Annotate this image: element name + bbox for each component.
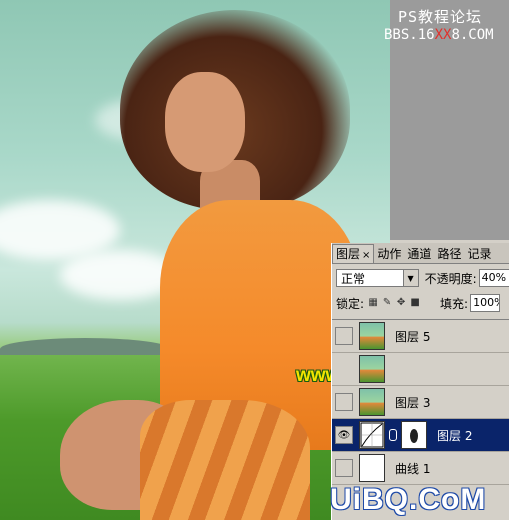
curves-thumbnail	[359, 454, 385, 482]
curves-thumbnail	[359, 421, 385, 449]
layer-name: 图层 3	[395, 395, 431, 410]
bottom-watermark: UiBQ.CoM	[330, 480, 509, 520]
forum-url: BBS.16XX8.COM	[384, 27, 494, 43]
girl-skirt	[140, 400, 310, 520]
brush-icon[interactable]: ✎	[382, 298, 392, 308]
dropdown-arrow-icon[interactable]: ▼	[402, 270, 418, 286]
bottom-watermark-text: UiBQ.CoM	[330, 483, 487, 516]
layer-row[interactable]: 图层 5	[332, 320, 509, 353]
tab-layers-label: 图层	[336, 247, 361, 261]
opacity-input[interactable]: 40%	[478, 269, 509, 287]
forum-url-suffix: 8.COM	[451, 27, 494, 43]
lock-row: 锁定: ▦ ✎ ✥ ■ 填充: 100%	[336, 293, 509, 313]
tab-actions[interactable]: 动作	[374, 245, 404, 263]
forum-url-highlight: XX	[434, 27, 452, 43]
layer-mask-thumbnail[interactable]	[401, 421, 427, 449]
panel-tabs: 图层 × 动作 通道 路径 记录	[332, 243, 509, 264]
curve-graph-icon	[360, 422, 384, 448]
close-icon[interactable]: ×	[362, 250, 370, 261]
fill-label: 填充:	[440, 296, 469, 311]
fill-input[interactable]: 100%	[470, 294, 501, 312]
layer-name: 曲线 1	[395, 461, 431, 476]
tab-channels[interactable]: 通道	[404, 245, 434, 263]
blend-mode-value: 正常	[341, 271, 366, 286]
forum-title: PS教程论坛	[398, 8, 483, 26]
blend-mode-select[interactable]: 正常 ▼	[336, 269, 419, 287]
blend-row: 正常 ▼ 不透明度: 40%	[336, 267, 509, 289]
move-icon[interactable]: ✥	[396, 298, 406, 308]
eye-icon[interactable]: 👁	[335, 426, 353, 444]
tab-history[interactable]: 记录	[464, 245, 494, 263]
visibility-toggle[interactable]	[335, 393, 353, 411]
tab-paths[interactable]: 路径	[434, 245, 464, 263]
layers-panel: 图层 × 动作 通道 路径 记录 正常 ▼ 不透明度: 40% 锁定: ▦ ✎ ✥…	[331, 243, 509, 520]
lock-icon[interactable]: ■	[410, 298, 420, 308]
layer-row[interactable]: 图层 3	[332, 386, 509, 419]
layer-thumbnail	[359, 322, 385, 350]
chain-link-icon[interactable]	[389, 429, 397, 441]
lock-transparency-icon[interactable]: ▦	[368, 298, 378, 308]
visibility-toggle[interactable]	[335, 459, 353, 477]
opacity-label: 不透明度:	[424, 271, 477, 286]
tab-layers[interactable]: 图层 ×	[332, 244, 375, 263]
layer-row[interactable]	[332, 353, 509, 386]
lock-icons: ▦ ✎ ✥ ■	[368, 298, 420, 308]
layer-name: 图层 5	[395, 329, 431, 344]
layer-name: 图层 2	[437, 428, 473, 443]
girl-face	[165, 72, 245, 172]
lock-label: 锁定:	[336, 296, 365, 311]
forum-url-prefix: BBS.16	[384, 27, 435, 43]
visibility-toggle[interactable]	[335, 327, 353, 345]
layer-row-selected[interactable]: 👁 图层 2	[332, 419, 509, 452]
layer-thumbnail	[359, 388, 385, 416]
layer-thumbnail	[359, 355, 385, 383]
